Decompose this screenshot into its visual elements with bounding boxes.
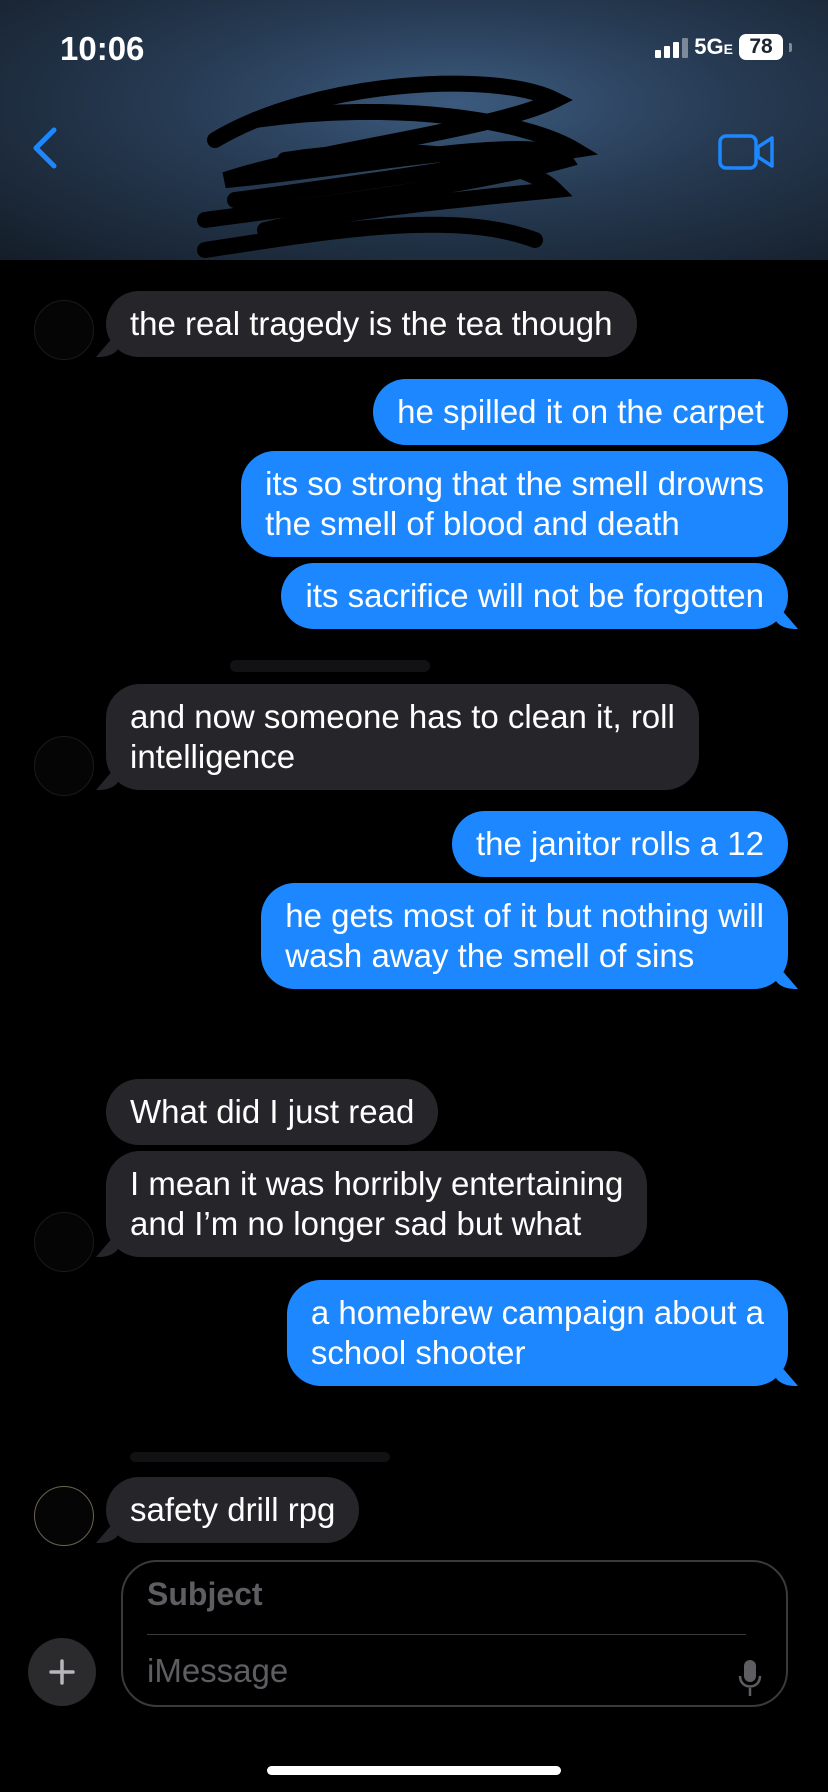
plus-glyph (49, 1659, 75, 1685)
conversation-header: 10:06 5GE 78 (0, 0, 828, 260)
signal-icon (655, 36, 689, 58)
message-bubble-outgoing[interactable]: he spilled it on the carpet (373, 379, 788, 445)
home-indicator[interactable] (267, 1766, 561, 1775)
message-bubble-incoming[interactable]: I mean it was horribly entertaining and … (106, 1151, 648, 1257)
message-bubble-outgoing[interactable]: its sacrifice will not be forgotten (281, 563, 788, 629)
imessage-field[interactable]: iMessage (147, 1652, 288, 1690)
message-compose-box[interactable]: Subject iMessage (121, 1560, 788, 1707)
status-indicators: 5GE 78 (655, 34, 792, 60)
contact-avatar (34, 300, 94, 360)
contact-avatar (34, 736, 94, 796)
compose-divider (147, 1634, 746, 1635)
network-type: 5G (694, 34, 724, 59)
network-suffix: E (723, 41, 733, 57)
battery-cap (789, 42, 792, 52)
contact-avatar (34, 1212, 94, 1272)
network-label: 5GE (694, 34, 733, 60)
battery-level: 78 (749, 35, 773, 58)
message-bubble-outgoing[interactable]: he gets most of it but nothing will wash… (261, 883, 788, 989)
redacted-sender-name (230, 660, 430, 672)
plus-icon[interactable] (28, 1638, 96, 1706)
redacted-sender-name (130, 1452, 390, 1462)
battery-icon: 78 (739, 34, 783, 60)
message-bubble-incoming[interactable]: and now someone has to clean it, roll in… (106, 684, 699, 790)
status-time: 10:06 (60, 30, 145, 67)
microphone-icon[interactable] (738, 1658, 762, 1698)
contact-avatar (34, 1486, 94, 1546)
video-call-icon[interactable] (718, 134, 774, 170)
message-bubble-outgoing[interactable]: the janitor rolls a 12 (452, 811, 788, 877)
back-chevron-icon[interactable] (30, 126, 60, 170)
message-bubble-incoming[interactable]: the real tragedy is the tea though (106, 291, 637, 357)
message-bubble-outgoing[interactable]: its so strong that the smell drowns the … (241, 451, 788, 557)
message-bubble-outgoing[interactable]: a homebrew campaign about a school shoot… (286, 1280, 788, 1386)
redacted-contact-scribble (197, 75, 599, 258)
message-bubble-incoming[interactable]: What did I just read (106, 1079, 439, 1145)
subject-field[interactable]: Subject (147, 1576, 263, 1613)
message-bubble-incoming[interactable]: safety drill rpg (106, 1477, 360, 1543)
